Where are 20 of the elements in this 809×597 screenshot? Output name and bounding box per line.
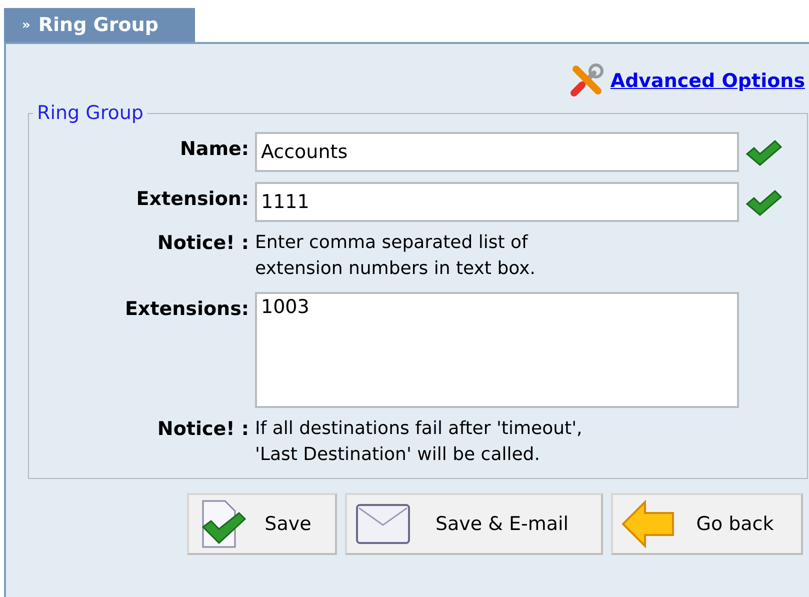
field-label: Name: xyxy=(180,137,249,160)
extensions-field[interactable]: 1003 xyxy=(255,292,739,408)
go-back-button[interactable]: Go back xyxy=(611,493,803,555)
notice-text: Enter comma separated list of extension numbers in text box. xyxy=(255,231,536,281)
notice-label: Notice! : xyxy=(157,418,249,440)
arrow-left-icon xyxy=(621,500,677,548)
tab-label: Ring Group xyxy=(38,14,158,36)
double-chevron-icon: » xyxy=(22,18,30,32)
tools-icon xyxy=(568,63,604,99)
field-label: Extension: xyxy=(136,187,249,210)
field-label: Extensions: xyxy=(124,297,249,320)
envelope-icon xyxy=(355,503,411,545)
text-field[interactable]: Accounts xyxy=(255,132,739,172)
fieldset-legend: Ring Group xyxy=(33,102,148,124)
notice-label: Notice! : xyxy=(157,232,249,254)
save-button[interactable]: Save xyxy=(187,493,337,555)
notice-text: If all destinations fail after 'timeout', 'Last Destination' will be called. xyxy=(255,417,584,467)
text-field[interactable]: 1111 xyxy=(255,182,739,222)
save-email-button[interactable]: Save & E-mail xyxy=(345,493,603,555)
advanced-options-link[interactable]: Advanced Options xyxy=(610,70,805,92)
